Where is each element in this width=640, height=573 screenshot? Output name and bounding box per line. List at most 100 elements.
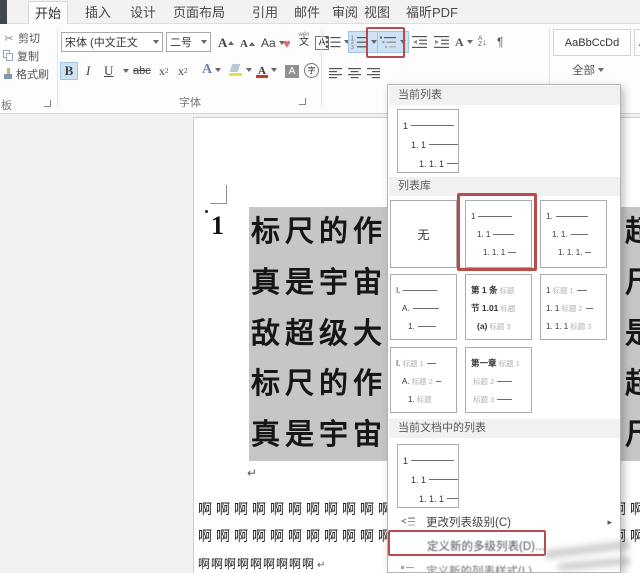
align-right-icon: [367, 68, 381, 79]
list-number: 1: [211, 211, 224, 241]
tab-page-layout[interactable]: 页面布局: [167, 1, 231, 24]
font-size-select[interactable]: 二号: [166, 32, 211, 52]
tab-insert[interactable]: 插入: [79, 1, 117, 24]
clipboard-dialog-launcher[interactable]: [44, 100, 51, 107]
format-painter-label: 格式刷: [16, 66, 49, 82]
current-list-preview[interactable]: 11. 11. 1. 1: [397, 109, 459, 173]
copy-button[interactable]: 复制: [2, 48, 39, 64]
section-header-list-library: 列表库: [389, 177, 620, 196]
grow-font-button[interactable]: A: [216, 34, 236, 52]
text-effects-glyph: A: [202, 62, 212, 78]
strikethrough-button[interactable]: abc: [131, 62, 153, 80]
multilevel-list-dropdown: 当前列表 11. 11. 1. 1 列表库 无11. 11. 1. 11.1. …: [387, 84, 621, 573]
align-left-button[interactable]: [327, 62, 345, 84]
paragraph-mark: ↵: [247, 466, 257, 480]
body-line-3[interactable]: 啊啊啊啊啊啊啊啊啊↵: [198, 555, 325, 572]
file-menu-edge[interactable]: [0, 0, 7, 24]
text-effects-button[interactable]: A: [200, 61, 223, 79]
tab-design[interactable]: 设计: [124, 1, 162, 24]
caret-up-icon: [228, 41, 234, 45]
menu-item-change-list-level[interactable]: 更改列表级别(C) ▸: [389, 512, 620, 532]
underline-glyph: U: [104, 63, 113, 79]
list-style-option-3[interactable]: 1.1. 1.1. 1. 1.: [540, 200, 607, 268]
phonetic-field-button[interactable]: wén 文: [296, 32, 312, 48]
sort-button[interactable]: AZ ↓: [476, 31, 489, 53]
highlight-color-button[interactable]: [227, 61, 254, 79]
tab-mailings[interactable]: 邮件: [288, 1, 326, 24]
chevron-down-icon: [400, 40, 406, 44]
underline-menu-button[interactable]: [118, 62, 131, 80]
increase-indent-button[interactable]: [432, 31, 452, 53]
cut-label: 剪切: [18, 30, 40, 46]
clipboard-group-label: 板: [1, 97, 12, 113]
show-hide-marks-button[interactable]: ¶: [495, 31, 505, 53]
define-list-style-icon: [401, 565, 414, 573]
increase-indent-icon: [434, 36, 450, 49]
list-style-option-none[interactable]: 无: [390, 200, 457, 268]
down-arrow-glyph: ↓: [482, 37, 487, 47]
enclose-characters-button[interactable]: 字: [302, 61, 321, 79]
italic-button[interactable]: I: [84, 62, 92, 80]
chevron-down-icon: [246, 68, 252, 72]
format-painter-button[interactable]: 格式刷: [2, 66, 49, 82]
list-style-option-5[interactable]: 第 1 条标题节 1.01标题(a)标题 3: [465, 274, 532, 340]
chevron-down-icon: [123, 69, 129, 73]
list-style-option-2[interactable]: 11. 11. 1. 1: [465, 200, 532, 268]
grow-font-glyph: A: [218, 35, 227, 51]
chevron-down-icon: [153, 40, 159, 44]
font-name-value: 宋体 (中文正文: [65, 34, 150, 50]
character-scaling-button[interactable]: A: [453, 31, 475, 53]
cut-button[interactable]: ✂ 剪切: [2, 30, 40, 46]
multilevel-list-button[interactable]: [377, 31, 409, 53]
format-painter-icon: [2, 68, 14, 81]
menu-item-define-list-style[interactable]: 定义新的列表样式(L)...: [389, 561, 620, 573]
decrease-indent-icon: [412, 36, 428, 49]
italic-glyph: I: [86, 63, 90, 79]
subscript-button[interactable]: x2: [157, 62, 171, 80]
numbering-button[interactable]: 1 2 3: [348, 31, 380, 53]
character-shading-button[interactable]: A: [283, 62, 301, 80]
superscript-button[interactable]: x2: [176, 62, 190, 80]
multilevel-list-icon: [380, 35, 397, 49]
align-center-button[interactable]: [346, 62, 364, 84]
tab-references[interactable]: 引用: [246, 1, 284, 24]
tab-view[interactable]: 视图: [358, 1, 396, 24]
underline-button[interactable]: U: [102, 62, 115, 80]
font-dialog-launcher[interactable]: [299, 98, 306, 105]
document-list-preview[interactable]: 11. 11. 1. 1: [397, 444, 459, 508]
align-right-button[interactable]: [365, 62, 383, 84]
heart-glyph: ♥: [283, 36, 291, 51]
style-gallery-item-1[interactable]: AaBbCcDd: [553, 29, 631, 56]
font-size-value: 二号: [170, 34, 198, 50]
scale-a-glyph: A: [455, 35, 464, 50]
bullet-list-icon: [325, 35, 341, 49]
menu-item-define-multilevel-list[interactable]: 定义新的多级列表(D)...: [389, 534, 620, 558]
change-list-level-icon: [401, 516, 416, 528]
shrink-font-glyph: A: [240, 38, 248, 50]
margin-corner-mark: [210, 185, 227, 204]
font-name-select[interactable]: 宋体 (中文正文: [61, 32, 163, 52]
align-left-icon: [329, 68, 343, 79]
superscript-n: 2: [184, 67, 188, 75]
decrease-indent-button[interactable]: [410, 31, 430, 53]
tab-home[interactable]: 开始: [28, 1, 68, 24]
bold-button[interactable]: B: [60, 62, 78, 80]
tab-foxit-pdf[interactable]: 福昕PDF: [400, 1, 464, 24]
list-style-option-7[interactable]: I.标题 1A.标题 21.标题: [390, 347, 457, 413]
chevron-down-icon: [271, 68, 277, 72]
shrink-font-button[interactable]: A: [238, 35, 257, 53]
font-color-button[interactable]: A: [254, 61, 279, 79]
style-gallery-item-2[interactable]: Aa: [634, 29, 640, 56]
align-center-icon: [348, 68, 362, 79]
list-style-option-8[interactable]: 第一章标题 1标题 2标题 3: [465, 347, 532, 413]
scissors-icon: ✂: [2, 32, 16, 45]
list-style-option-6[interactable]: 1标题 11. 1标题 21. 1. 1标题 3: [540, 274, 607, 340]
hanzi-text: 文: [296, 38, 312, 48]
bold-glyph: B: [65, 63, 74, 79]
word-window: 开始插入设计页面布局引用邮件审阅视图福昕PDF ✂ 剪切 复制 格式刷 板 宋体…: [0, 0, 640, 573]
caret-up-icon: [249, 42, 255, 46]
numbered-list-icon: 1 2 3: [351, 35, 368, 49]
phonetic-guide-icon[interactable]: ♥: [281, 34, 293, 52]
styles-filter-dropdown[interactable]: 全部: [572, 62, 604, 78]
list-style-option-4[interactable]: I.A.1.: [390, 274, 457, 340]
